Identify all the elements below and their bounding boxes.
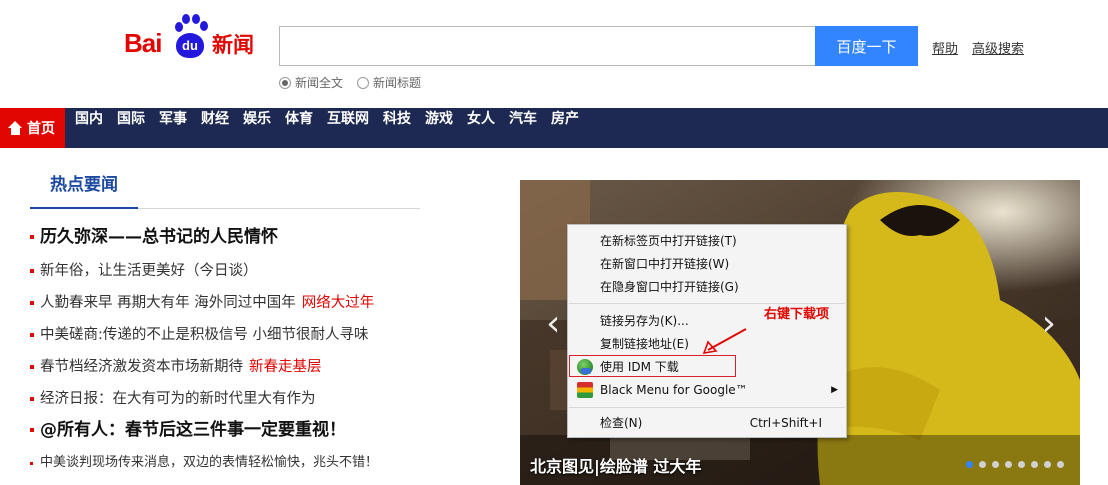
slider-dot[interactable] <box>979 461 986 468</box>
advanced-search-link[interactable]: 高级搜索 <box>972 38 1024 57</box>
nav-item-games[interactable]: 游戏 <box>418 108 460 148</box>
menu-open-new-window[interactable]: 在新窗口中打开链接(W) <box>568 253 846 275</box>
annotation-label: 右键下载项 <box>764 307 830 322</box>
menu-open-incognito[interactable]: 在隐身窗口中打开链接(G) <box>568 276 846 298</box>
radio-unchecked-icon[interactable] <box>357 76 370 89</box>
annotation-arrow-icon <box>702 328 747 355</box>
slider-dot[interactable] <box>1005 461 1012 468</box>
baidu-news-logo[interactable]: Bai du 新闻 <box>124 14 264 64</box>
inspect-shortcut: Ctrl+Shift+I <box>749 416 822 430</box>
news-tag-link[interactable]: 新春走基层 <box>249 359 322 375</box>
nav-item-realestate[interactable]: 房产 <box>544 108 586 148</box>
logo-news-text: 新闻 <box>212 33 254 57</box>
slider-prev-arrow[interactable]: ‹ <box>546 306 560 342</box>
nav-item-domestic[interactable]: 国内 <box>68 108 110 148</box>
search-button[interactable]: 百度一下 <box>815 26 918 66</box>
scope-title-label: 新闻标题 <box>373 76 422 90</box>
logo-du-text: du <box>176 33 204 58</box>
menu-black-menu[interactable]: Black Menu for Google™ ▶ <box>568 379 846 401</box>
search-input[interactable] <box>279 26 815 66</box>
main-nav: 首页 国内 国际 军事 财经 娱乐 体育 互联网 科技 游戏 女人 汽车 房产 <box>0 108 1108 148</box>
scope-fulltext-label: 新闻全文 <box>295 76 344 90</box>
nav-item-international[interactable]: 国际 <box>110 108 152 148</box>
slider-caption[interactable]: 北京图见|绘脸谱 过大年 <box>530 453 701 477</box>
radio-checked-icon[interactable] <box>279 76 291 89</box>
nav-item-home[interactable]: 首页 <box>0 108 65 148</box>
news-item[interactable]: 春节档经济激发资本市场新期待 新春走基层 <box>30 351 500 383</box>
nav-item-auto[interactable]: 汽车 <box>502 108 544 148</box>
nav-item-internet[interactable]: 互联网 <box>320 108 376 148</box>
nav-item-tech[interactable]: 科技 <box>376 108 418 148</box>
nav-item-women[interactable]: 女人 <box>460 108 502 148</box>
nav-item-sports[interactable]: 体育 <box>278 108 320 148</box>
slider-next-arrow[interactable]: › <box>1042 306 1056 342</box>
black-menu-icon <box>577 382 593 398</box>
paw-icon: du <box>168 14 212 60</box>
slider-dots <box>966 461 1064 468</box>
menu-open-new-tab[interactable]: 在新标签页中打开链接(T) <box>568 230 846 252</box>
scope-title-option[interactable]: 新闻标题 <box>357 74 421 91</box>
news-item[interactable]: 中美磋商:传递的不止是积极信号 小细节很耐人寻味 <box>30 319 500 351</box>
idm-highlight-box <box>569 355 736 377</box>
news-item[interactable]: 经济日报：在大有可为的新时代里大有作为 <box>30 383 500 415</box>
nav-item-military[interactable]: 军事 <box>152 108 194 148</box>
hot-news-list: 历久弥深——总书记的人民情怀 新年俗，让生活更美好（今日谈） 人勤春来早 再期大… <box>30 222 500 476</box>
hot-news-title[interactable]: 热点要闻 <box>30 170 138 209</box>
slider-dot[interactable] <box>992 461 999 468</box>
hot-news-header: 热点要闻 <box>30 170 420 209</box>
nav-item-finance[interactable]: 财经 <box>194 108 236 148</box>
news-item[interactable]: 中美谈判现场传来消息，双边的表情轻松愉快，兆头不错！ <box>30 448 500 476</box>
news-headline[interactable]: 历久弥深——总书记的人民情怀 <box>30 222 500 255</box>
menu-inspect[interactable]: 检查(N) Ctrl+Shift+I <box>568 412 846 434</box>
search-scope-radios: 新闻全文 新闻标题 <box>279 74 421 91</box>
slider-dot[interactable] <box>1044 461 1051 468</box>
submenu-arrow-icon: ▶ <box>831 385 838 395</box>
nav-item-entertainment[interactable]: 娱乐 <box>236 108 278 148</box>
news-item[interactable]: 人勤春来早 再期大有年 海外同过中国年 网络大过年 <box>30 287 500 319</box>
slider-dot[interactable] <box>966 461 973 468</box>
nav-home-label: 首页 <box>27 121 55 137</box>
logo-bai-text: Bai <box>124 28 162 58</box>
home-icon <box>8 121 23 135</box>
scope-fulltext-option[interactable]: 新闻全文 <box>279 74 343 91</box>
news-headline[interactable]: @所有人：春节后这三件事一定要重视！ <box>30 415 500 448</box>
slider-dot[interactable] <box>1018 461 1025 468</box>
slider-dot[interactable] <box>1031 461 1038 468</box>
slider-dot[interactable] <box>1057 461 1064 468</box>
news-item[interactable]: 新年俗，让生活更美好（今日谈） <box>30 255 500 287</box>
help-link[interactable]: 帮助 <box>932 38 958 57</box>
news-tag-link[interactable]: 网络大过年 <box>302 295 375 311</box>
menu-separator <box>569 407 845 408</box>
